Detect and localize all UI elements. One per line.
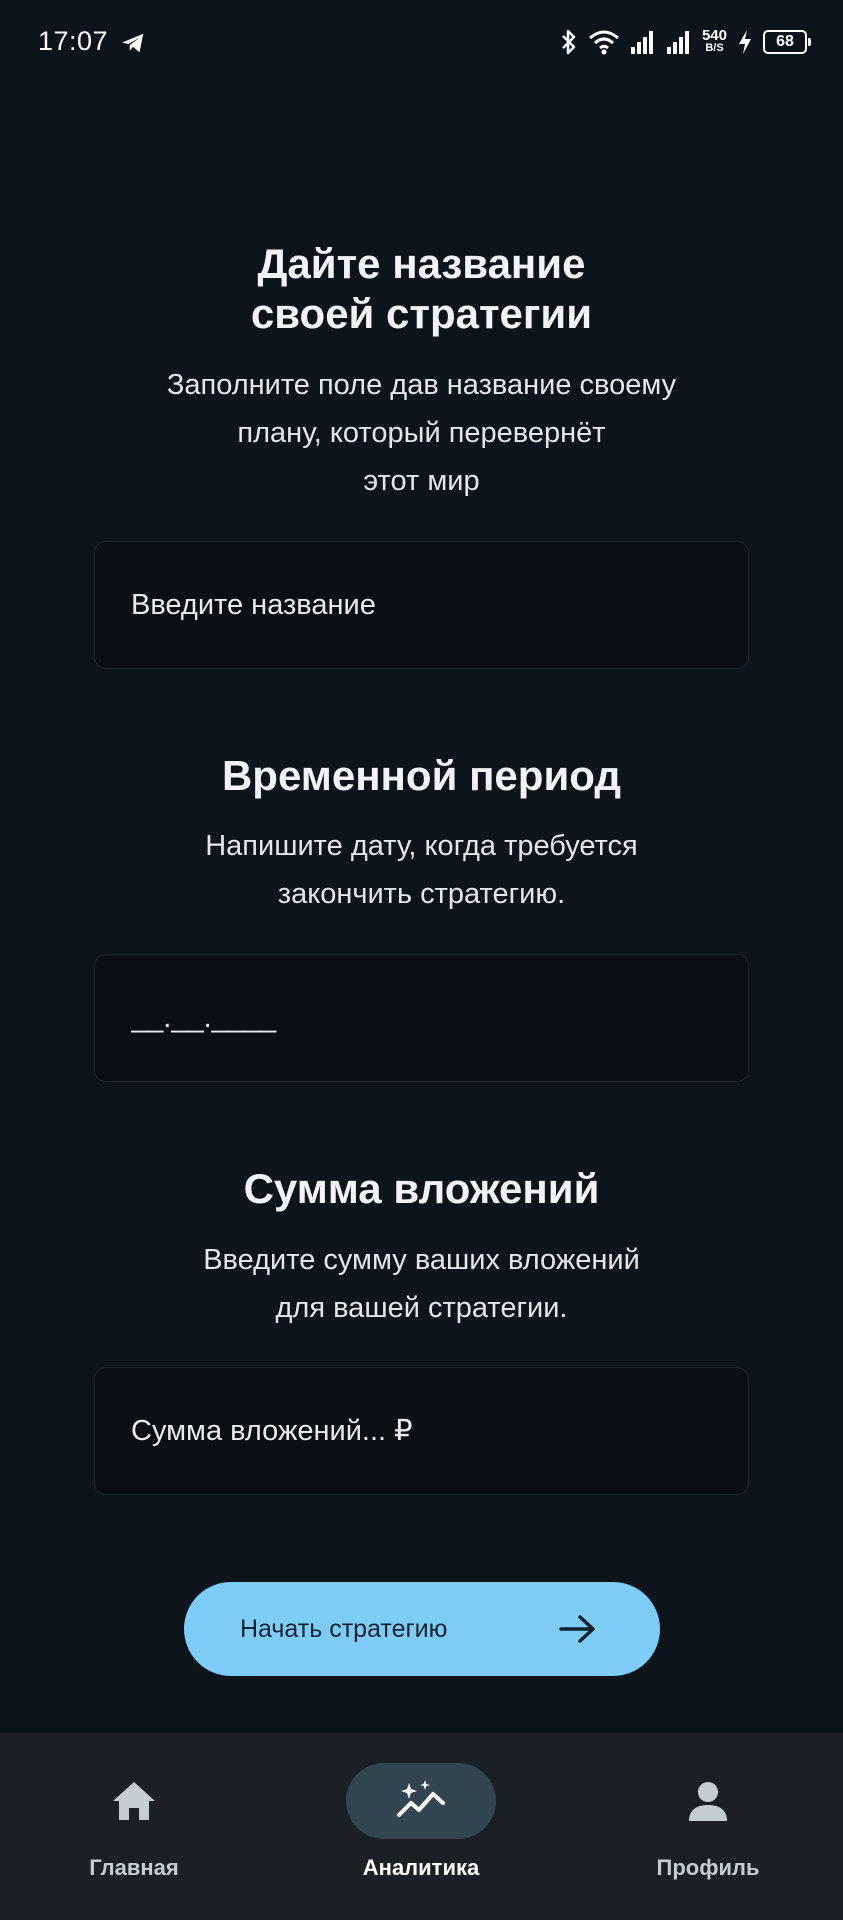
nav-profile-icon-wrap bbox=[633, 1763, 783, 1839]
name-section-subtitle-line3: этот мир bbox=[363, 465, 480, 497]
charging-icon bbox=[739, 30, 751, 54]
period-section-title: Временной период bbox=[221, 752, 622, 799]
amount-section-title: Сумма вложений bbox=[243, 1165, 600, 1212]
net-speed-unit: B/S bbox=[705, 42, 724, 54]
nav-item-home[interactable]: Главная bbox=[34, 1763, 234, 1881]
signal-icon bbox=[666, 31, 689, 54]
status-icons: 540 B/S 68 bbox=[560, 24, 811, 60]
bluetooth-icon bbox=[562, 29, 576, 55]
bottom-navigation: Главная Аналитика Профиль bbox=[0, 1733, 843, 1920]
nav-home-label: Главная bbox=[89, 1855, 179, 1880]
net-speed: 540 B/S bbox=[701, 27, 727, 55]
nav-profile-label: Профиль bbox=[656, 1855, 760, 1880]
battery-level: 68 bbox=[776, 33, 794, 50]
nav-item-profile[interactable]: Профиль bbox=[608, 1763, 808, 1881]
amount-section-subtitle-line2: для вашей стратегии. bbox=[275, 1292, 568, 1324]
name-section-subtitle-line2: плану, который перевернёт bbox=[237, 417, 606, 449]
arrow-right-icon bbox=[559, 1615, 595, 1643]
name-section-subtitle-line1: Заполните поле дав название своему bbox=[166, 369, 677, 401]
sparkle-chart-icon bbox=[397, 1780, 445, 1817]
nav-home-icon-wrap bbox=[59, 1763, 209, 1839]
nav-analytics-label: Аналитика bbox=[362, 1855, 480, 1880]
home-icon bbox=[113, 1782, 155, 1820]
status-bar: 17:07 540 B/S 68 bbox=[0, 0, 843, 84]
wifi-icon bbox=[588, 30, 619, 55]
strategy-name-input[interactable] bbox=[95, 542, 748, 668]
name-section-title-line2: своей стратегии bbox=[250, 290, 593, 337]
amount-section-subtitle-line1: Введите сумму ваших вложений bbox=[203, 1244, 640, 1276]
date-field-box bbox=[94, 954, 749, 1082]
start-strategy-button[interactable]: Начать стратегию bbox=[184, 1582, 660, 1676]
amount-field-box bbox=[94, 1367, 749, 1495]
person-icon bbox=[689, 1782, 727, 1821]
period-section-subtitle-line1: Напишите дату, когда требуется bbox=[205, 830, 638, 862]
end-date-input[interactable] bbox=[95, 955, 748, 1081]
investment-amount-input[interactable] bbox=[95, 1368, 748, 1494]
period-section-subtitle-line2: закончить стратегию. bbox=[277, 878, 566, 910]
strategy-name-field-box bbox=[94, 541, 749, 669]
signal-icon bbox=[630, 31, 653, 54]
nav-analytics-icon-wrap bbox=[346, 1763, 496, 1839]
telegram-icon bbox=[122, 33, 144, 53]
net-speed-value: 540 bbox=[701, 27, 727, 44]
status-time: 17:07 bbox=[38, 26, 109, 56]
start-strategy-label: Начать стратегию bbox=[240, 1614, 448, 1643]
name-section-title-line1: Дайте название bbox=[257, 240, 586, 287]
battery-icon: 68 bbox=[763, 30, 811, 54]
nav-item-analytics[interactable]: Аналитика bbox=[321, 1763, 521, 1881]
